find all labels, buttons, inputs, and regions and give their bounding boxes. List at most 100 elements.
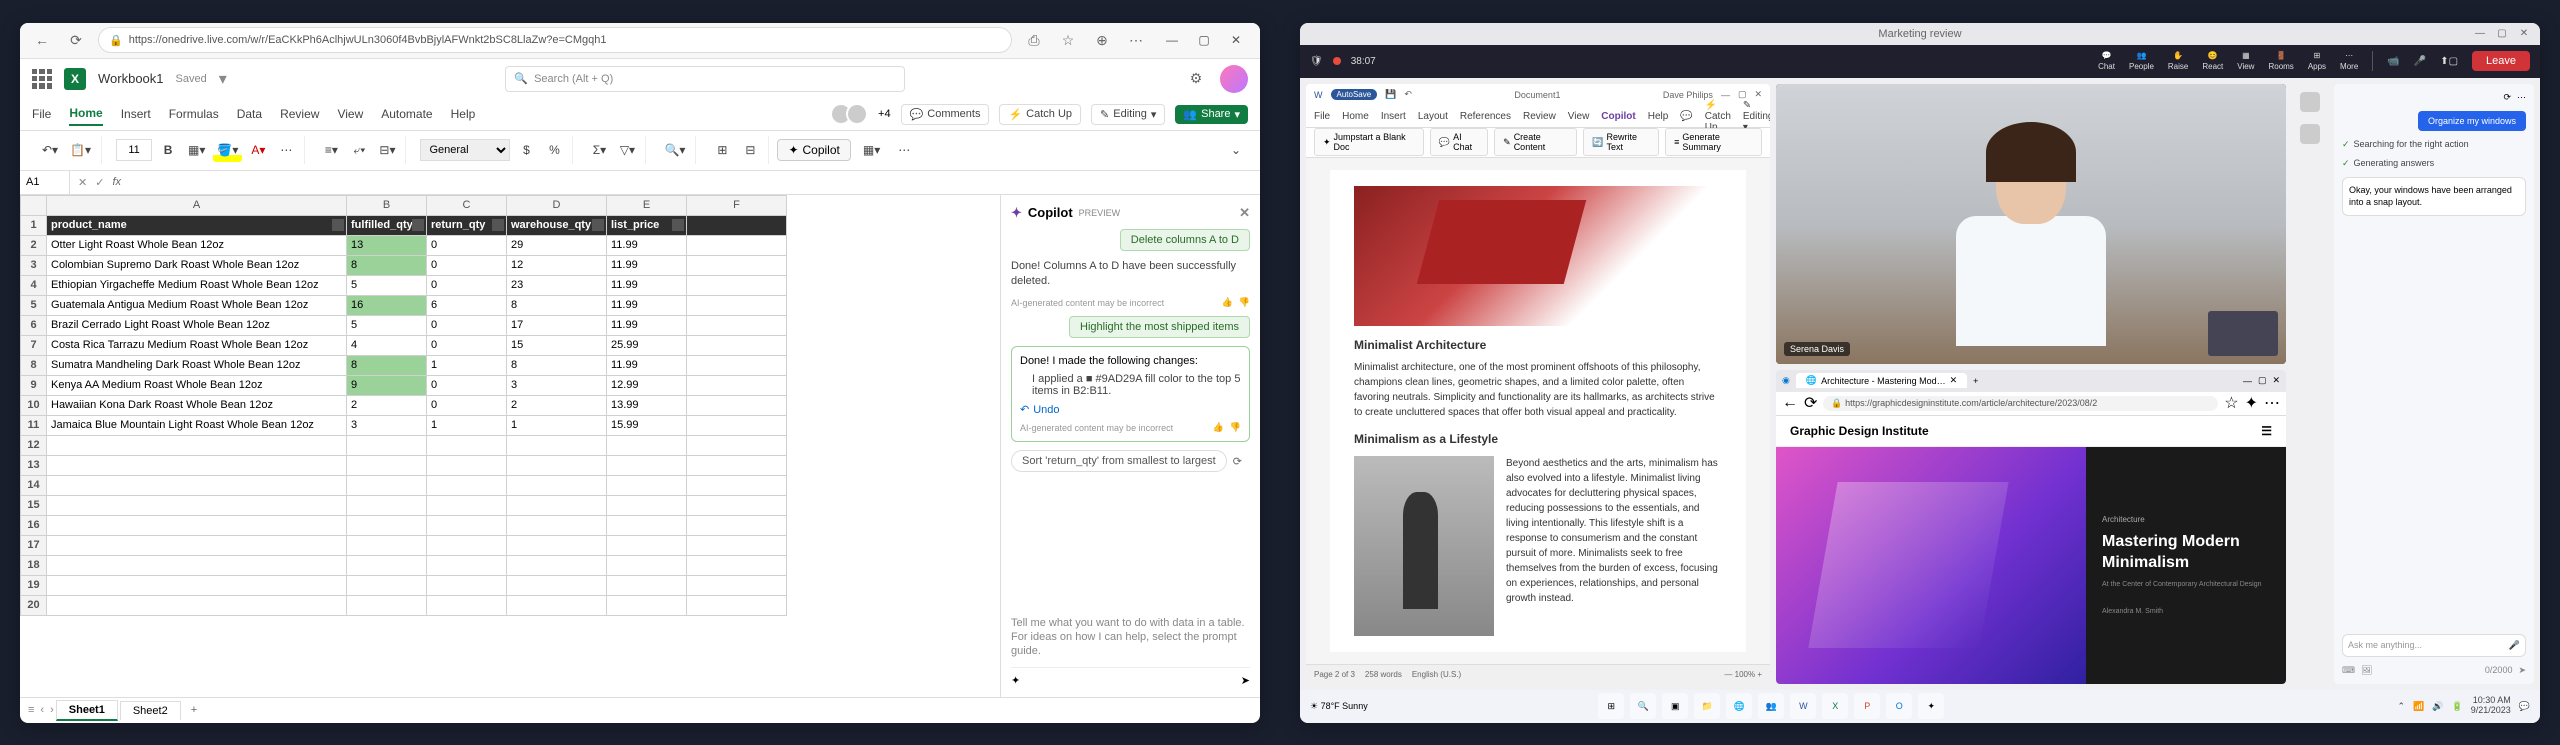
suggestion-chip[interactable]: Sort 'return_qty' from smallest to large… [1011,450,1227,472]
word-close[interactable]: ✕ [1754,89,1762,100]
edge-favorite[interactable]: ☆ [2224,393,2238,413]
formula-input[interactable]: ✕ ✓ fx [70,176,1260,189]
catchup-button[interactable]: ⚡ Catch Up [999,104,1081,125]
copilot-button[interactable]: ✦ Copilot [777,139,850,161]
self-view[interactable] [2208,311,2278,356]
leave-button[interactable]: Leave [2472,51,2530,71]
minimize-button[interactable]: — [1158,26,1186,54]
wc-refresh-icon[interactable]: ⟳ [2503,92,2511,103]
taskbar-search[interactable]: 🔍 [1630,693,1656,719]
edge-close[interactable]: ✕ [2272,375,2280,386]
clock-date[interactable]: 9/21/2023 [2471,706,2511,716]
wtab-review[interactable]: Review [1523,111,1556,122]
edge-page[interactable]: Graphic Design Institute ☰ Architecture … [1776,416,2286,684]
border-button[interactable]: ▦▾ [184,138,209,162]
address-bar[interactable]: 🔒 https://onedrive.live.com/w/r/EaCKkPh6… [98,27,1012,53]
wtab-help[interactable]: Help [1648,111,1669,122]
edge-taskbar-icon[interactable]: 🌐 [1726,693,1752,719]
chat-button[interactable]: 💬Chat [2098,51,2115,71]
sheet-tab-1[interactable]: Sheet1 [56,700,118,721]
tab-file[interactable]: File [32,103,51,125]
fill-color-button[interactable]: 🪣▾ [213,138,242,162]
close-button[interactable]: ✕ [2514,25,2534,43]
wtab-references[interactable]: References [1460,111,1511,122]
comments-button[interactable]: 💬 Comments [901,104,990,125]
wc-image-icon[interactable]: 🖼 [2361,665,2372,676]
word-maximize[interactable]: ▢ [1738,89,1747,100]
delete-cells-button[interactable]: ⊟ [738,138,762,162]
presence-avatars[interactable] [836,103,868,125]
tab-home[interactable]: Home [69,102,102,126]
wc-input[interactable]: Ask me anything... 🎤 [2342,634,2526,657]
view-button[interactable]: ▦View [2237,51,2254,71]
edge-back[interactable]: ← [1782,394,1798,412]
react-button[interactable]: 😊React [2202,51,2223,71]
close-pane-button[interactable]: ✕ [1239,205,1250,221]
jumpstart-button[interactable]: ✦ Jumpstart a Blank Doc [1314,128,1424,156]
search-input[interactable]: 🔍 Search (Alt + Q) [505,66,905,92]
battery-icon[interactable]: 🔋 [2452,701,2463,712]
excel-taskbar-icon[interactable]: X [1822,693,1848,719]
minimize-button[interactable]: — [2470,25,2490,43]
mic-icon[interactable]: 🎤 [2509,640,2520,651]
volume-icon[interactable]: 🔊 [2432,701,2443,712]
paste-button[interactable]: 📋▾ [66,138,95,162]
currency-button[interactable]: $ [514,138,538,162]
new-tab-button[interactable]: + [1973,376,1978,386]
summary-button[interactable]: ≡ Generate Summary [1665,128,1762,156]
more-icon[interactable]: ⋯ [1124,28,1148,52]
user-avatar[interactable] [1220,65,1248,93]
close-button[interactable]: ✕ [1222,26,1250,54]
autosum-button[interactable]: Σ▾ [587,138,611,162]
copilot-taskbar-icon[interactable]: ✦ [1918,693,1944,719]
sheet-next-icon[interactable]: › [50,704,54,716]
read-aloud-icon[interactable]: ⎙ [1022,28,1046,52]
find-button[interactable]: 🔍▾ [660,138,689,162]
maximize-button[interactable]: ▢ [1190,26,1218,54]
word-minimize[interactable]: — [1721,90,1730,100]
word-page-area[interactable]: Minimalist Architecture Minimalist archi… [1306,158,1770,664]
autosave-toggle[interactable]: AutoSave [1331,89,1378,100]
tab-data[interactable]: Data [237,103,262,125]
format-table-button[interactable]: ▦▾ [859,138,884,162]
align-button[interactable]: ≡▾ [319,138,343,162]
ppt-taskbar-icon[interactable]: P [1854,693,1880,719]
tab-help[interactable]: Help [451,103,476,125]
percent-button[interactable]: % [542,138,566,162]
wtab-home[interactable]: Home [1342,111,1369,122]
font-size-input[interactable] [116,139,152,161]
word-count[interactable]: 258 words [1365,670,1402,679]
tab-insert[interactable]: Insert [121,103,151,125]
people-button[interactable]: 👥People [2129,51,2154,71]
collections-icon[interactable]: ⊕ [1090,28,1114,52]
edge-url[interactable]: 🔒 https://graphicdesigninstitute.com/art… [1823,396,2218,411]
settings-icon[interactable]: ⚙ [1184,67,1208,91]
teams-taskbar-icon[interactable]: 👥 [1758,693,1784,719]
spreadsheet-grid[interactable]: ABCDEF1product_namefulfilled_qtyreturn_q… [20,195,787,616]
favorite-icon[interactable]: ☆ [1056,28,1080,52]
camera-button[interactable]: 📹 [2387,56,2399,67]
document-name[interactable]: Workbook1 [98,71,164,86]
raise-hand-button[interactable]: ✋Raise [2168,51,2188,71]
outlook-taskbar-icon[interactable]: O [1886,693,1912,719]
tab-view[interactable]: View [337,103,363,125]
create-content-button[interactable]: ✎ Create Content [1494,128,1577,156]
editing-dropdown[interactable]: ✎ Editing ▾ [1091,104,1165,125]
more-button[interactable]: ⋯More [2340,51,2358,71]
notifications-icon[interactable]: 💬 [2519,701,2530,712]
font-color-button[interactable]: A▾ [246,138,270,162]
wrap-button[interactable]: ⤶▾ [347,138,371,162]
grid-area[interactable]: ABCDEF1product_namefulfilled_qtyreturn_q… [20,195,1000,697]
wtab-layout[interactable]: Layout [1418,111,1448,122]
edge-minimize[interactable]: — [2243,376,2252,386]
wtab-view[interactable]: View [1568,111,1590,122]
word-comments-icon[interactable]: 💬 [1680,111,1692,122]
thumbs-up-icon[interactable]: 👍 [1213,422,1224,433]
save-icon[interactable]: 💾 [1385,89,1396,100]
language[interactable]: English (U.S.) [1412,670,1461,679]
rewrite-button[interactable]: 🔄 Rewrite Text [1583,128,1659,156]
wc-send-icon[interactable]: ➤ [2518,665,2526,676]
thumbs-up-icon[interactable]: 👍 [1222,297,1233,308]
app-launcher-icon[interactable] [32,69,52,89]
weather-widget[interactable]: ☀ 78°F Sunny [1310,701,1368,712]
